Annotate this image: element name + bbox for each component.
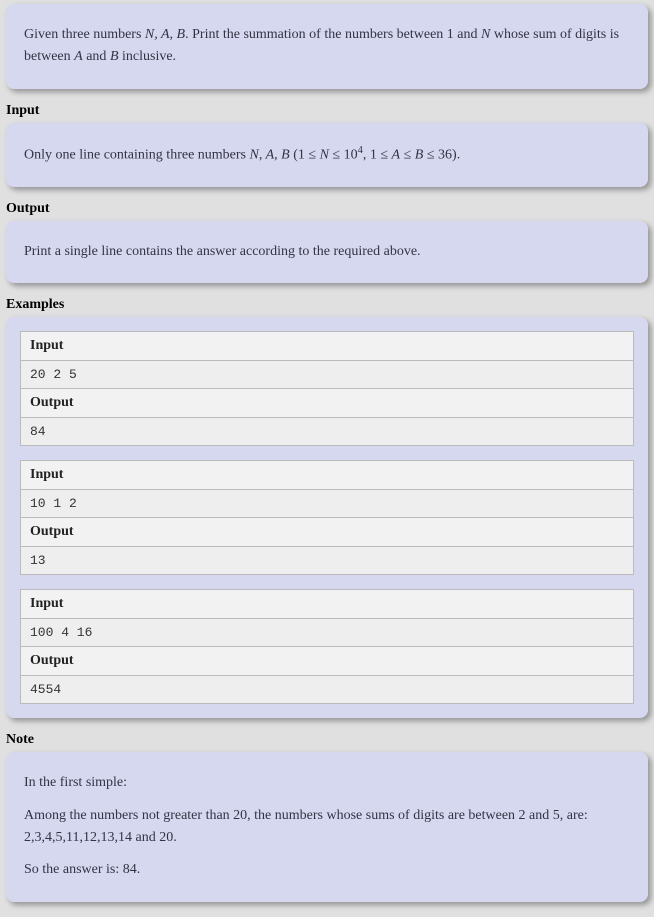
example-output-label: Output	[21, 647, 633, 676]
example-output-value: 84	[21, 418, 633, 445]
output-text: Print a single line contains the answer …	[24, 241, 630, 263]
text-part: and	[83, 49, 110, 64]
note-line-2: Among the numbers not greater than 20, t…	[24, 805, 630, 850]
var-n: N	[481, 27, 490, 42]
example-input-label: Input	[21, 590, 633, 619]
text-part: ≤	[400, 147, 415, 162]
var-a: A	[392, 147, 401, 162]
var-nab: N, A, B	[250, 147, 290, 162]
example-input-label: Input	[21, 461, 633, 490]
problem-statement-panel: Given three numbers N, A, B. Print the s…	[6, 4, 648, 89]
example-input-label: Input	[21, 332, 633, 361]
text-part: ≤ 10	[329, 147, 358, 162]
input-text: Only one line containing three numbers N…	[24, 143, 630, 167]
note-panel: In the first simple: Among the numbers n…	[6, 752, 648, 902]
example-output-label: Output	[21, 518, 633, 547]
var-b: B	[110, 49, 119, 64]
text-part: , 1 ≤	[363, 147, 392, 162]
text-part: Given three numbers	[24, 27, 145, 42]
text-part: (1 ≤	[290, 147, 320, 162]
note-line-3: So the answer is: 84.	[24, 859, 630, 881]
note-heading: Note	[6, 732, 654, 748]
text-part: . Print the summation of the numbers bet…	[185, 27, 481, 42]
examples-heading: Examples	[6, 297, 654, 313]
example-block: Input 10 1 2 Output 13	[20, 460, 634, 575]
text-part: ≤ 36).	[423, 147, 460, 162]
note-line-1: In the first simple:	[24, 772, 630, 794]
example-output-value: 13	[21, 547, 633, 574]
examples-panel: Input 20 2 5 Output 84 Input 10 1 2 Outp…	[6, 317, 648, 718]
text-part: inclusive.	[119, 49, 177, 64]
output-heading: Output	[6, 201, 654, 217]
var-a: A	[74, 49, 83, 64]
text-part: Only one line containing three numbers	[24, 147, 250, 162]
input-panel: Only one line containing three numbers N…	[6, 123, 648, 187]
example-input-value: 100 4 16	[21, 619, 633, 647]
input-heading: Input	[6, 103, 654, 119]
example-block: Input 100 4 16 Output 4554	[20, 589, 634, 704]
var-nab: N, A, B	[145, 27, 185, 42]
example-output-value: 4554	[21, 676, 633, 703]
output-panel: Print a single line contains the answer …	[6, 221, 648, 283]
example-output-label: Output	[21, 389, 633, 418]
example-input-value: 10 1 2	[21, 490, 633, 518]
example-input-value: 20 2 5	[21, 361, 633, 389]
example-block: Input 20 2 5 Output 84	[20, 331, 634, 446]
problem-statement-text: Given three numbers N, A, B. Print the s…	[24, 24, 630, 69]
var-n: N	[320, 147, 329, 162]
